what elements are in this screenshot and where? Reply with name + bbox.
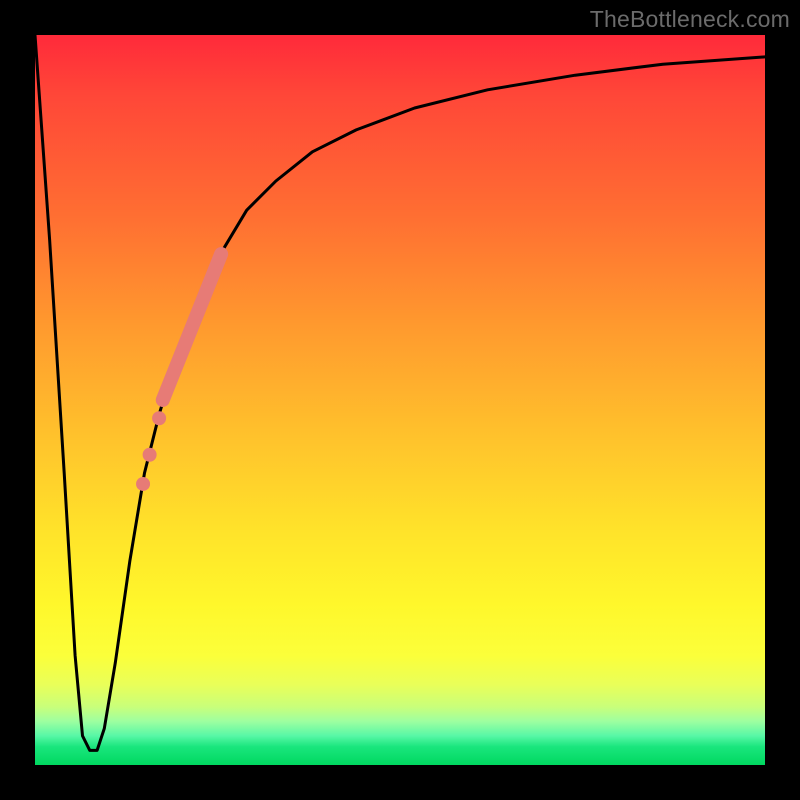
chart-frame: TheBottleneck.com: [0, 0, 800, 800]
curve-layer: [35, 35, 765, 750]
bottleneck-curve: [35, 35, 765, 750]
highlight-dot: [143, 448, 157, 462]
highlight-dot: [152, 411, 166, 425]
highlight-layer: [136, 254, 221, 491]
highlight-segment: [163, 254, 221, 400]
chart-svg: [35, 35, 765, 765]
chart-plot-area: [35, 35, 765, 765]
highlight-dot: [136, 477, 150, 491]
watermark-text: TheBottleneck.com: [590, 6, 790, 33]
